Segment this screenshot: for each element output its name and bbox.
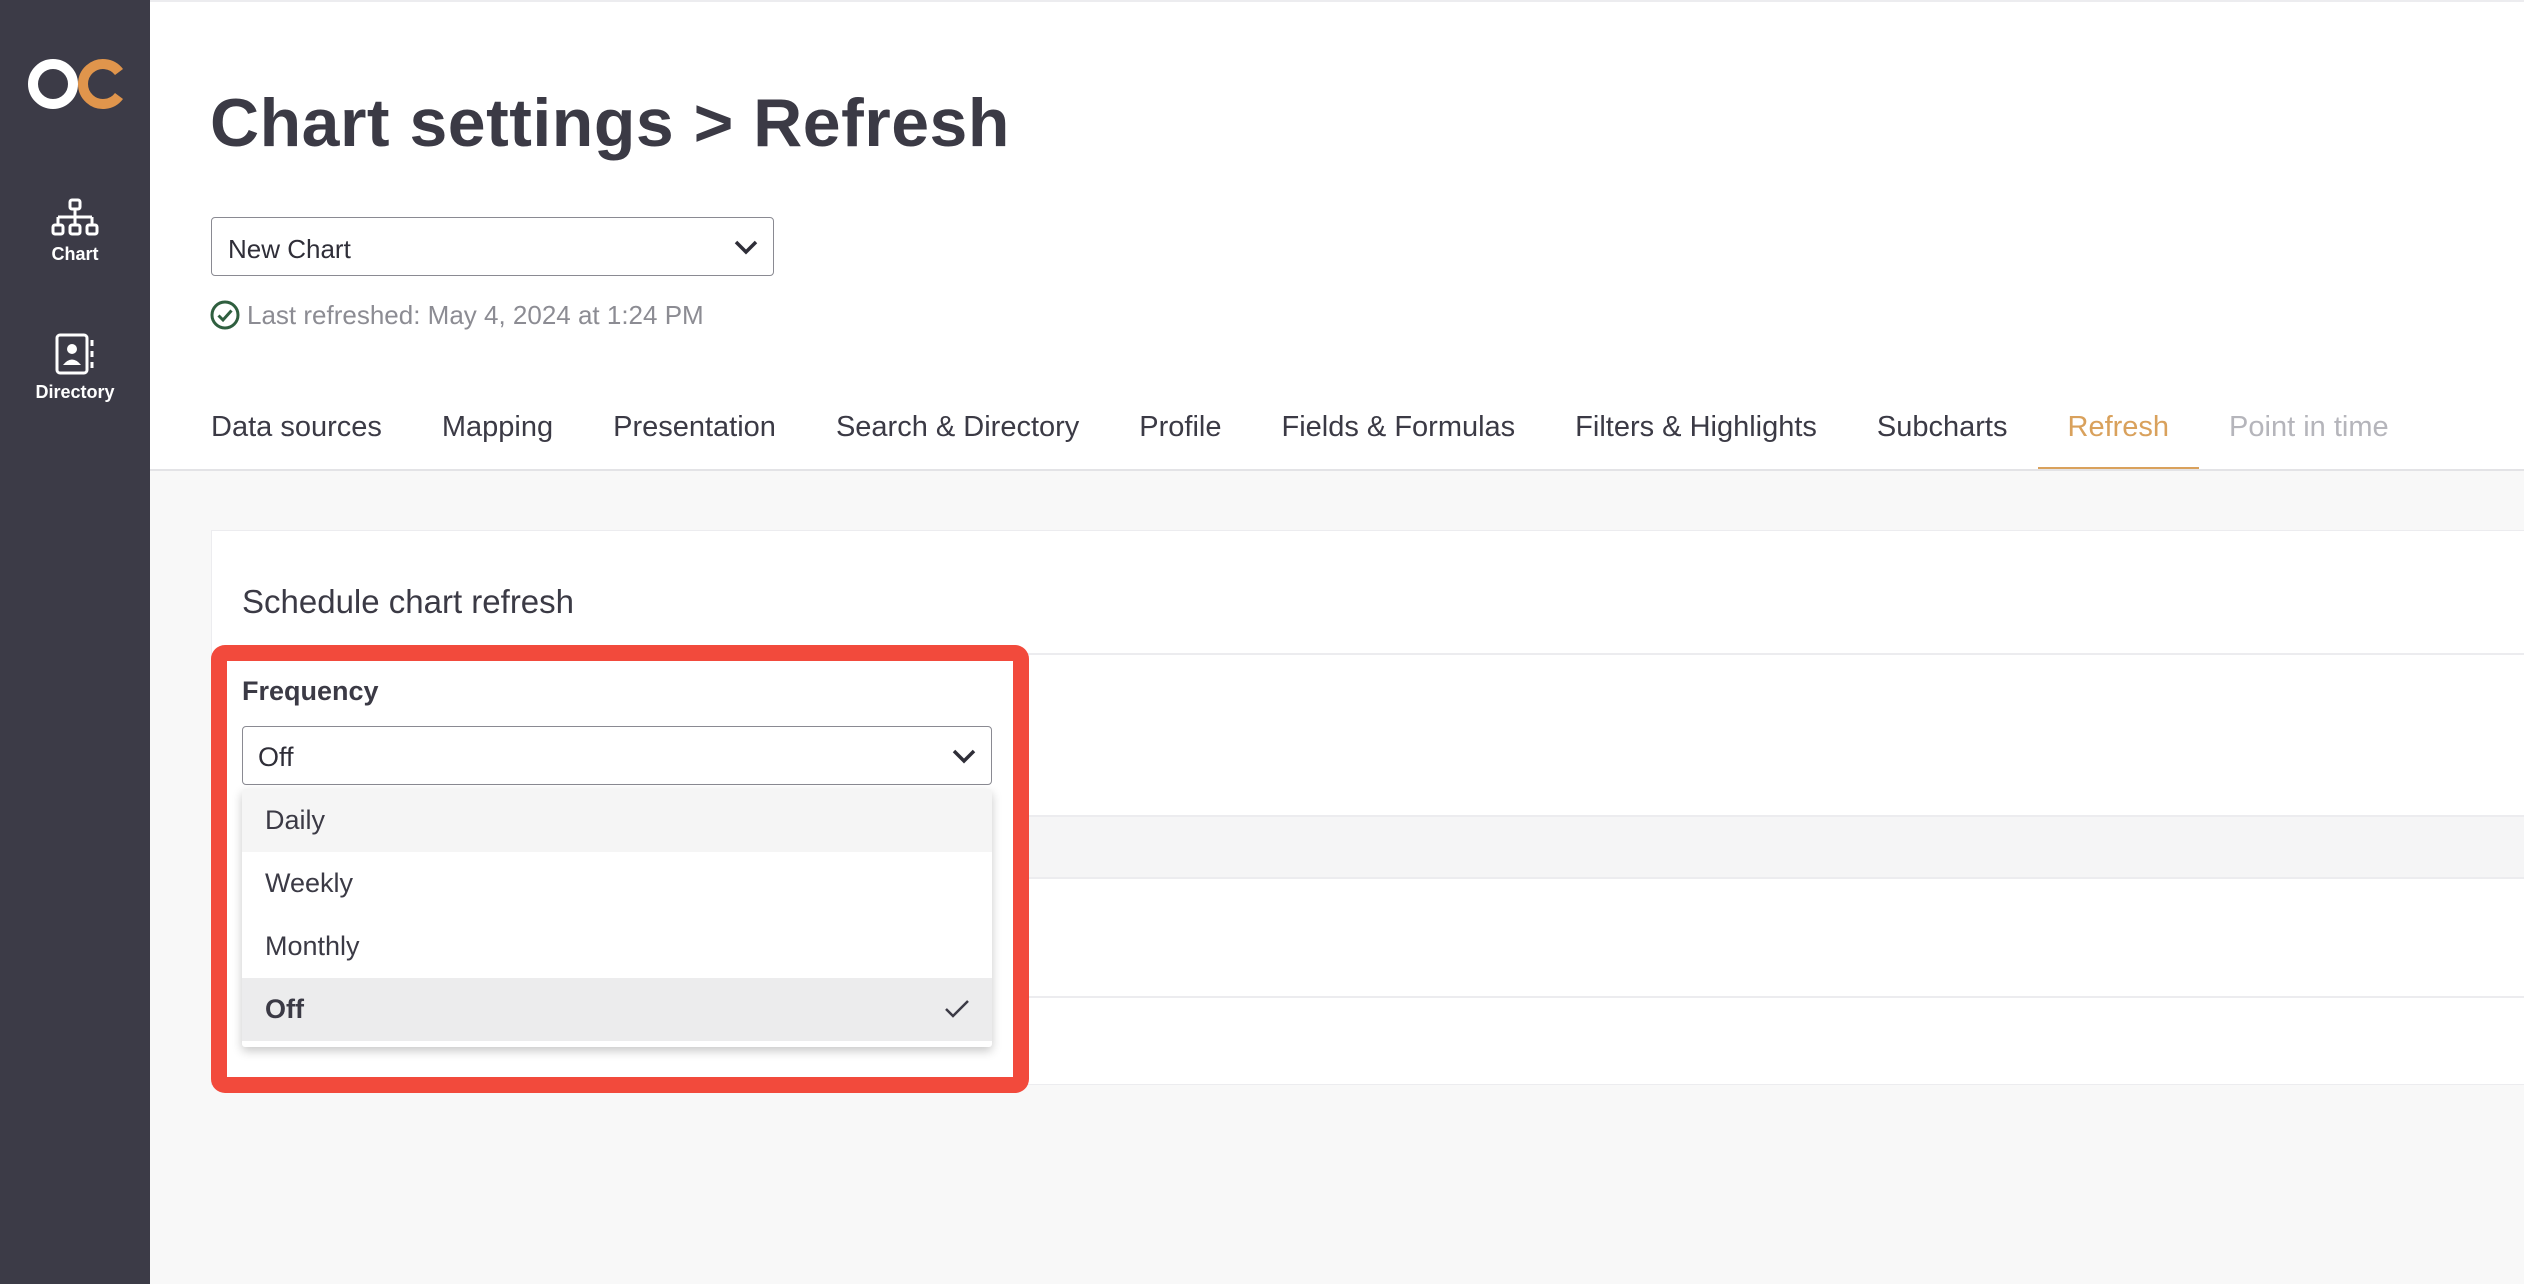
frequency-label: Frequency (242, 676, 379, 706)
tab-filters-highlights[interactable]: Filters & Highlights (1575, 400, 1817, 470)
chart-selector-dropdown[interactable]: New Chart (211, 217, 774, 276)
frequency-dropdown-menu: Daily Weekly Monthly Off (242, 789, 992, 1047)
frequency-option-off[interactable]: Off (242, 978, 992, 1041)
last-refreshed-text: Last refreshed: May 4, 2024 at 1:24 PM (247, 299, 704, 330)
settings-tabs: Data sources Mapping Presentation Search… (211, 400, 2449, 470)
sidebar: Chart Directory (0, 0, 150, 1284)
tabs-divider (150, 469, 2524, 471)
frequency-option-daily[interactable]: Daily (242, 789, 992, 852)
frequency-select[interactable]: Off (242, 726, 992, 785)
org-chart-icon (51, 198, 99, 236)
check-circle-icon (210, 300, 240, 330)
tab-fields-formulas[interactable]: Fields & Formulas (1282, 400, 1516, 470)
tab-profile[interactable]: Profile (1139, 400, 1221, 470)
contact-book-icon (55, 333, 94, 375)
tab-search-directory[interactable]: Search & Directory (836, 400, 1079, 470)
option-label: Off (265, 994, 304, 1024)
tab-mapping[interactable]: Mapping (442, 400, 553, 470)
chart-selector-value: New Chart (228, 234, 351, 264)
sidebar-item-label: Directory (35, 382, 115, 402)
tab-subcharts[interactable]: Subcharts (1877, 400, 2008, 470)
sidebar-item-directory[interactable]: Directory (0, 332, 150, 403)
tab-data-sources[interactable]: Data sources (211, 400, 382, 470)
option-label: Monthly (265, 931, 360, 961)
last-refreshed-status: Last refreshed: May 4, 2024 at 1:24 PM (210, 298, 704, 332)
frequency-option-monthly[interactable]: Monthly (242, 915, 992, 978)
option-label: Daily (265, 805, 326, 835)
chevron-down-icon (734, 240, 758, 255)
checkmark-icon (945, 1000, 969, 1018)
tab-point-in-time: Point in time (2229, 411, 2389, 443)
tab-presentation[interactable]: Presentation (613, 400, 776, 470)
frequency-select-value: Off (258, 742, 294, 772)
sidebar-item-chart[interactable]: Chart (0, 198, 150, 265)
card-title: Schedule chart refresh (242, 583, 575, 620)
oc-logo[interactable] (26, 48, 126, 120)
option-label: Weekly (265, 868, 354, 898)
page-title: Chart settings > Refresh (210, 85, 1010, 161)
tab-refresh[interactable]: Refresh (2037, 400, 2199, 470)
sidebar-item-label: Chart (51, 244, 99, 264)
chevron-down-icon (952, 749, 976, 764)
frequency-option-weekly[interactable]: Weekly (242, 852, 992, 915)
